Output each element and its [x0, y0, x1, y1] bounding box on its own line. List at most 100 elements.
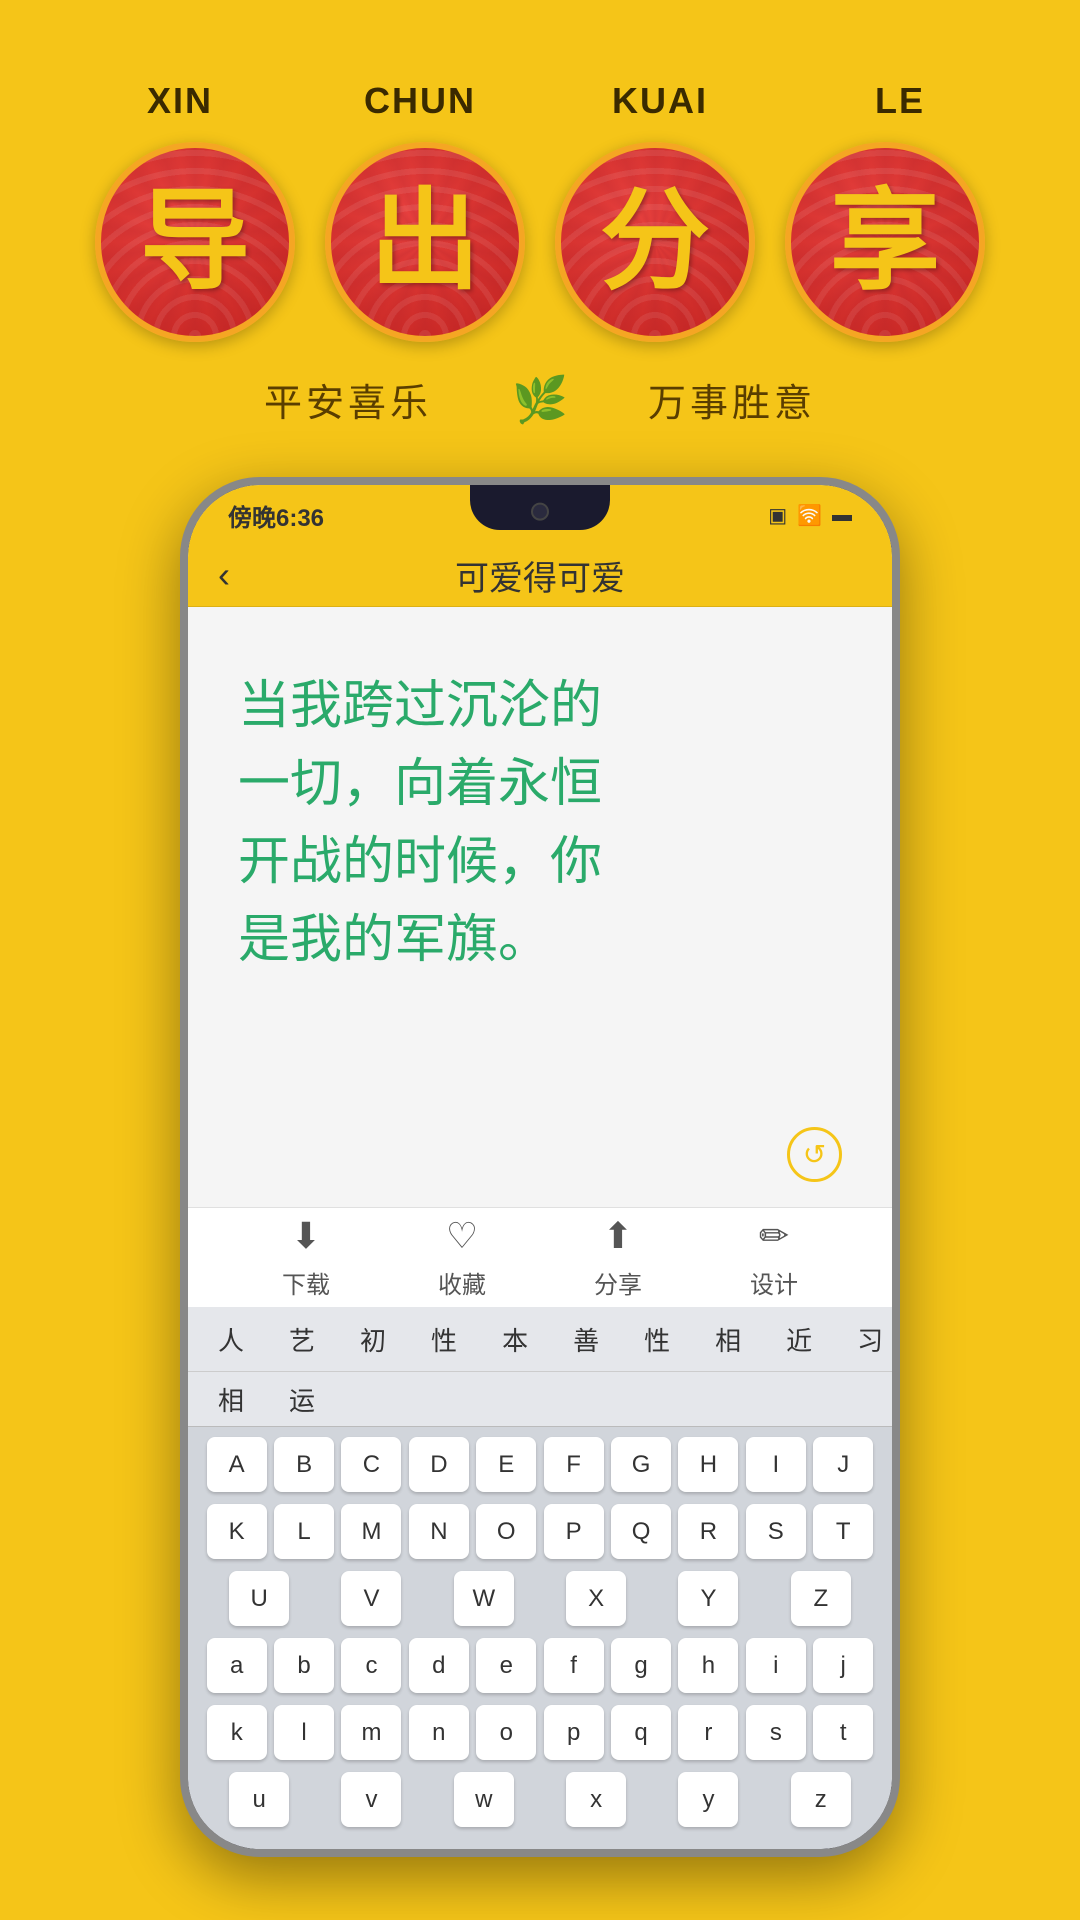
circle-kuai[interactable]: 分: [555, 142, 755, 342]
key-x-l[interactable]: x: [566, 1772, 626, 1827]
suggest-ben[interactable]: 本: [492, 1315, 538, 1364]
toolbar-design[interactable]: ✏ 设计: [750, 1215, 798, 1300]
key-h[interactable]: h: [678, 1638, 738, 1693]
key-r[interactable]: r: [678, 1705, 738, 1760]
circle-le[interactable]: 享: [785, 142, 985, 342]
suggest-xing2[interactable]: 性: [634, 1315, 680, 1364]
key-l[interactable]: l: [274, 1705, 334, 1760]
suggest-shan[interactable]: 善: [563, 1315, 609, 1364]
key-Z[interactable]: Z: [791, 1571, 851, 1626]
keyboard-rows: A B C D E F G H I J K: [188, 1427, 892, 1849]
toolbar-share[interactable]: ⬆ 分享: [594, 1215, 642, 1300]
content-area: 当我跨过沉沦的一切，向着永恒开战的时候，你是我的军旗。 ↺: [188, 607, 892, 1207]
key-F[interactable]: F: [544, 1437, 604, 1492]
phone-inner: 傍晚6:36 ▣ 🛜 ▬ ‹ 可爱得可爱 当我跨过沉沦的一切，向着永恒开战的时候…: [188, 485, 892, 1849]
suggestion-row-2: 相 运: [188, 1372, 892, 1427]
wifi-icon: 🛜: [797, 503, 822, 528]
key-M[interactable]: M: [341, 1504, 401, 1559]
circle-chun[interactable]: 出: [325, 142, 525, 342]
key-i[interactable]: i: [746, 1638, 806, 1693]
back-button[interactable]: ‹: [218, 554, 230, 596]
keyboard-area: 人 艺 初 性 本 善 性 相 近 习 相 运: [188, 1307, 892, 1849]
key-T[interactable]: T: [813, 1504, 873, 1559]
label-chun: CHUN: [330, 80, 510, 122]
key-Q[interactable]: Q: [611, 1504, 671, 1559]
key-v-l[interactable]: v: [341, 1772, 401, 1827]
key-R[interactable]: R: [678, 1504, 738, 1559]
key-H[interactable]: H: [678, 1437, 738, 1492]
key-o[interactable]: o: [476, 1705, 536, 1760]
char-chu: 出: [370, 187, 480, 297]
key-K[interactable]: K: [207, 1504, 267, 1559]
key-n[interactable]: n: [409, 1705, 469, 1760]
key-G[interactable]: G: [611, 1437, 671, 1492]
suggest-chu[interactable]: 初: [350, 1315, 396, 1364]
key-O[interactable]: O: [476, 1504, 536, 1559]
key-Y[interactable]: Y: [678, 1571, 738, 1626]
key-m[interactable]: m: [341, 1705, 401, 1760]
key-X[interactable]: X: [566, 1571, 626, 1626]
key-I[interactable]: I: [746, 1437, 806, 1492]
key-P[interactable]: P: [544, 1504, 604, 1559]
key-a[interactable]: a: [207, 1638, 267, 1693]
download-label: 下载: [282, 1265, 330, 1300]
app-title: 可爱得可爱: [455, 551, 625, 600]
suggest-yun[interactable]: 运: [279, 1375, 325, 1424]
key-k[interactable]: k: [207, 1705, 267, 1760]
key-row-lower-3: u v w x y z: [203, 1772, 877, 1827]
key-row-upper-3: U V W X Y Z: [203, 1571, 877, 1626]
phone-frame: 傍晚6:36 ▣ 🛜 ▬ ‹ 可爱得可爱 当我跨过沉沦的一切，向着永恒开战的时候…: [180, 477, 900, 1857]
suggest-yi[interactable]: 艺: [279, 1315, 325, 1364]
key-c[interactable]: c: [341, 1638, 401, 1693]
suggest-xi[interactable]: 习: [847, 1315, 892, 1364]
key-y-l[interactable]: y: [678, 1772, 738, 1827]
camera-dot: [531, 502, 549, 520]
circles-row: 导 出 分 享: [95, 142, 985, 342]
key-C[interactable]: C: [341, 1437, 401, 1492]
key-L[interactable]: L: [274, 1504, 334, 1559]
design-icon: ✏: [759, 1215, 789, 1257]
key-w-l[interactable]: w: [454, 1772, 514, 1827]
key-d[interactable]: d: [409, 1638, 469, 1693]
suggest-xiang[interactable]: 相: [705, 1315, 751, 1364]
key-u-l[interactable]: u: [229, 1772, 289, 1827]
share-label: 分享: [594, 1265, 642, 1300]
key-z-l[interactable]: z: [791, 1772, 851, 1827]
toolbar-favorite[interactable]: ♡ 收藏: [438, 1215, 486, 1300]
circle-xin[interactable]: 导: [95, 142, 295, 342]
key-E[interactable]: E: [476, 1437, 536, 1492]
key-A[interactable]: A: [207, 1437, 267, 1492]
key-t[interactable]: t: [813, 1705, 873, 1760]
key-D[interactable]: D: [409, 1437, 469, 1492]
key-S[interactable]: S: [746, 1504, 806, 1559]
key-s[interactable]: s: [746, 1705, 806, 1760]
key-g[interactable]: g: [611, 1638, 671, 1693]
key-U[interactable]: U: [229, 1571, 289, 1626]
key-B[interactable]: B: [274, 1437, 334, 1492]
heart-icon: ♡: [446, 1215, 478, 1257]
toolbar-download[interactable]: ⬇ 下载: [282, 1215, 330, 1300]
signal-icon: ▣: [768, 503, 787, 528]
key-J[interactable]: J: [813, 1437, 873, 1492]
download-icon: ⬇: [291, 1215, 321, 1257]
refresh-button[interactable]: ↺: [787, 1127, 842, 1182]
key-q[interactable]: q: [611, 1705, 671, 1760]
top-section: XIN CHUN KUAI LE 导 出 分 享 平安喜乐 🌿 万事胜意: [0, 0, 1080, 477]
key-N[interactable]: N: [409, 1504, 469, 1559]
key-W[interactable]: W: [454, 1571, 514, 1626]
suggest-ren[interactable]: 人: [208, 1315, 254, 1364]
lotus-icon: 🌿: [512, 373, 568, 426]
label-le: LE: [810, 80, 990, 122]
key-j[interactable]: j: [813, 1638, 873, 1693]
key-b[interactable]: b: [274, 1638, 334, 1693]
key-row-upper-1: A B C D E F G H I J: [203, 1437, 877, 1492]
key-V[interactable]: V: [341, 1571, 401, 1626]
status-time: 傍晚6:36: [228, 498, 324, 533]
key-p[interactable]: p: [544, 1705, 604, 1760]
key-f[interactable]: f: [544, 1638, 604, 1693]
key-e[interactable]: e: [476, 1638, 536, 1693]
main-text: 当我跨过沉沦的一切，向着永恒开战的时候，你是我的军旗。: [238, 667, 842, 979]
suggest-xiang2[interactable]: 相: [208, 1375, 254, 1424]
suggest-jin[interactable]: 近: [776, 1315, 822, 1364]
suggest-xing1[interactable]: 性: [421, 1315, 467, 1364]
